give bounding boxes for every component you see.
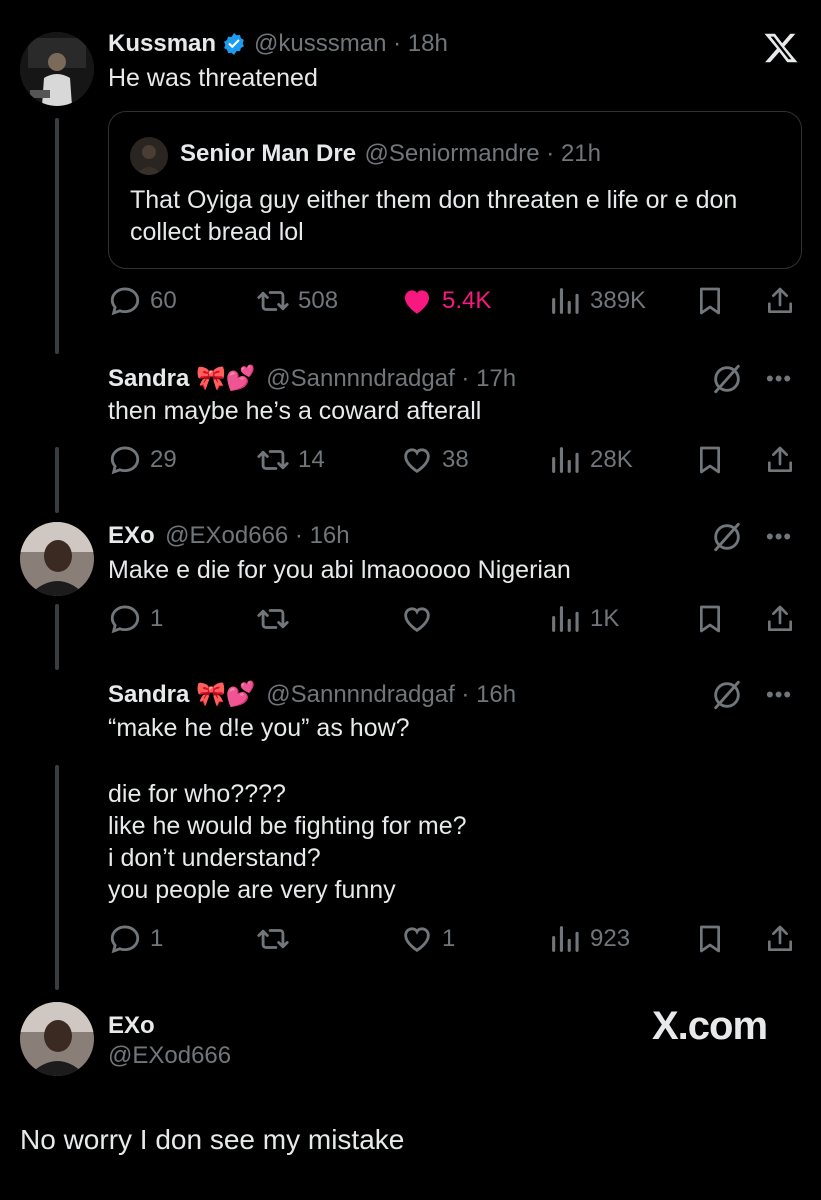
reply-count: 29 bbox=[150, 446, 177, 473]
bookmark-icon[interactable] bbox=[694, 285, 726, 317]
like-button[interactable]: 5.4K bbox=[400, 284, 491, 318]
grok-icon[interactable] bbox=[710, 362, 744, 396]
author-name[interactable]: EXo bbox=[108, 522, 155, 549]
bookmark-icon[interactable] bbox=[694, 603, 726, 635]
views-icon bbox=[552, 606, 579, 632]
views-button[interactable]: 923 bbox=[548, 922, 630, 956]
avatar[interactable] bbox=[20, 32, 94, 106]
reply-count: 60 bbox=[150, 287, 177, 314]
reply-button[interactable]: 29 bbox=[108, 443, 177, 477]
author-handle-time[interactable]: @kusssman · 18h bbox=[254, 30, 448, 58]
x-logo-icon bbox=[764, 33, 798, 63]
heart-icon bbox=[404, 927, 430, 953]
views-count: 923 bbox=[590, 925, 631, 952]
repost-button[interactable]: 14 bbox=[256, 443, 325, 477]
author-name[interactable]: EXo bbox=[108, 1012, 155, 1040]
avatar[interactable] bbox=[20, 522, 94, 596]
views-button[interactable]: 28K bbox=[548, 443, 633, 477]
author-handle[interactable]: @EXod666 bbox=[108, 1042, 231, 1070]
views-icon bbox=[552, 926, 579, 952]
tweet-text: He was threatened bbox=[108, 64, 318, 92]
share-icon[interactable] bbox=[764, 603, 796, 635]
views-count: 1K bbox=[590, 605, 620, 632]
quote-text: That Oyiga guy either them don threaten … bbox=[130, 186, 738, 246]
views-button[interactable]: 1K bbox=[548, 602, 619, 636]
like-count: 38 bbox=[442, 446, 469, 473]
share-icon[interactable] bbox=[764, 923, 796, 955]
quote-tweet[interactable]: Senior Man Dre @Seniormandre · 21h That … bbox=[108, 111, 802, 269]
tweet-text: die for who???? like he would be fightin… bbox=[108, 780, 467, 904]
tweet-text: No worry I don see my mistake bbox=[20, 1124, 405, 1155]
views-count: 389K bbox=[590, 287, 647, 314]
tweet-text: Make e die for you abi lmaooooo Nigerian bbox=[108, 556, 571, 584]
verified-badge-icon bbox=[224, 33, 244, 55]
thread-line bbox=[55, 447, 59, 513]
author-handle-time[interactable]: @Sannnndradgaf · 17h bbox=[266, 365, 516, 392]
reply-count: 1 bbox=[150, 925, 164, 952]
views-button[interactable]: 389K bbox=[548, 284, 646, 318]
reply-count: 1 bbox=[150, 605, 164, 632]
repost-button[interactable] bbox=[256, 922, 298, 956]
repost-count: 508 bbox=[298, 287, 339, 314]
like-button[interactable] bbox=[400, 602, 442, 636]
reply-icon bbox=[110, 925, 140, 954]
repost-count: 14 bbox=[298, 446, 325, 473]
reply-icon bbox=[110, 605, 140, 634]
repost-icon bbox=[257, 450, 289, 470]
like-count: 1 bbox=[442, 925, 456, 952]
repost-button[interactable]: 508 bbox=[256, 284, 338, 318]
reply-icon bbox=[110, 446, 140, 475]
thread-line bbox=[55, 765, 59, 990]
brand-watermark: X.com bbox=[652, 1004, 768, 1048]
avatar[interactable] bbox=[20, 1002, 94, 1076]
author-name[interactable]: Kussman bbox=[108, 30, 216, 58]
quote-author-handle-time: @Seniormandre · 21h bbox=[364, 140, 601, 167]
views-icon bbox=[552, 447, 579, 473]
reply-button[interactable]: 1 bbox=[108, 602, 163, 636]
quote-author-name: Senior Man Dre bbox=[180, 140, 357, 167]
repost-icon bbox=[257, 929, 289, 949]
repost-icon bbox=[257, 609, 289, 629]
like-button[interactable]: 38 bbox=[400, 443, 469, 477]
grok-icon[interactable] bbox=[710, 678, 744, 712]
author-handle-time[interactable]: @Sannnndradgaf · 16h bbox=[266, 681, 516, 708]
more-options-icon[interactable]: ••• bbox=[766, 366, 792, 392]
repost-icon bbox=[257, 291, 289, 311]
heart-icon bbox=[404, 448, 430, 474]
more-options-icon[interactable]: ••• bbox=[766, 524, 792, 550]
reply-button[interactable]: 60 bbox=[108, 284, 177, 318]
reply-button[interactable]: 1 bbox=[108, 922, 163, 956]
author-name[interactable]: Sandra 🎀💕 bbox=[108, 365, 256, 392]
thread-line bbox=[55, 118, 59, 354]
views-count: 28K bbox=[590, 446, 633, 473]
quote-avatar bbox=[130, 137, 168, 175]
tweet-text: “make he d!e you” as how? bbox=[108, 714, 410, 742]
bookmark-icon[interactable] bbox=[694, 444, 726, 476]
views-icon bbox=[552, 288, 579, 314]
share-icon[interactable] bbox=[764, 285, 796, 317]
thread-line bbox=[55, 604, 59, 670]
author-name[interactable]: Sandra 🎀💕 bbox=[108, 681, 256, 708]
more-options-icon[interactable]: ••• bbox=[766, 682, 792, 708]
author-handle-time[interactable]: @EXod666 · 16h bbox=[165, 522, 350, 549]
like-count: 5.4K bbox=[442, 287, 492, 314]
bookmark-icon[interactable] bbox=[694, 923, 726, 955]
share-icon[interactable] bbox=[764, 444, 796, 476]
heart-icon bbox=[404, 607, 430, 633]
grok-icon[interactable] bbox=[710, 520, 744, 554]
reply-icon bbox=[110, 287, 140, 316]
heart-filled-icon bbox=[404, 290, 430, 314]
tweet-text: then maybe he’s a coward afterall bbox=[108, 397, 482, 425]
repost-button[interactable] bbox=[256, 602, 298, 636]
like-button[interactable]: 1 bbox=[400, 922, 455, 956]
